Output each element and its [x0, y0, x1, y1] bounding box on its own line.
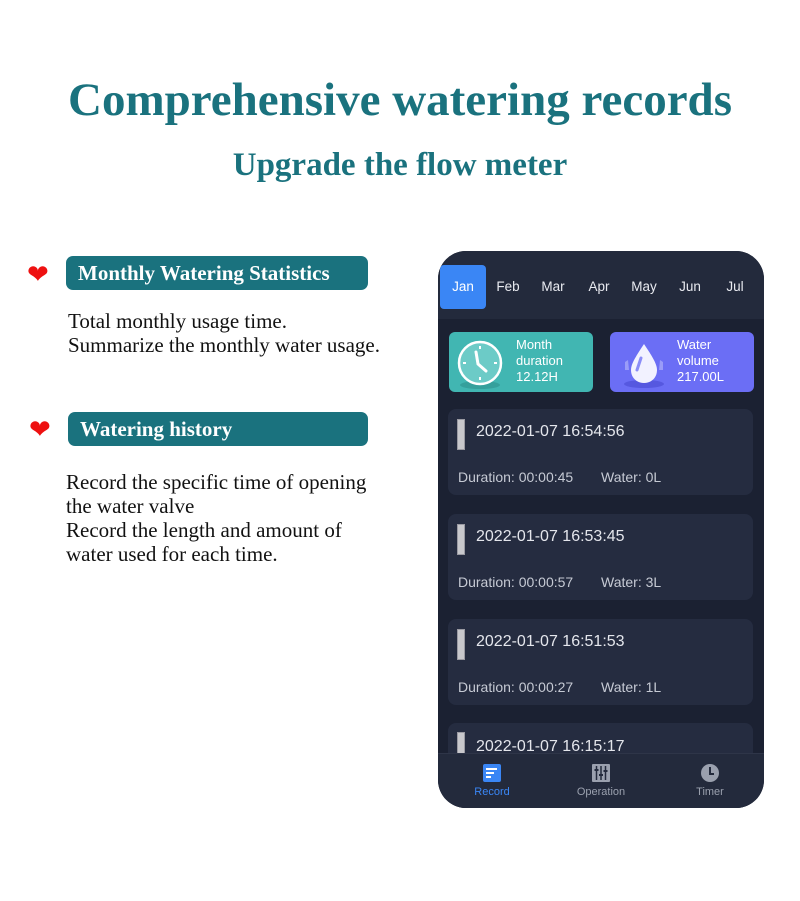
feature-description-monthly: Total monthly usage time. Summarize the … — [68, 309, 380, 357]
feature-heading-history: Watering history — [68, 412, 368, 446]
clock-icon — [457, 340, 503, 389]
stat-label: duration — [516, 353, 563, 368]
tab-label: Timer — [696, 786, 724, 798]
volume-value: 217.00L — [677, 369, 724, 384]
record-marker — [457, 524, 465, 555]
record-timestamp: 2022-01-07 16:51:53 — [476, 633, 625, 650]
month-tab-jun[interactable]: Jun — [667, 265, 713, 309]
record-marker — [457, 419, 465, 450]
description-line: Total monthly usage time. — [68, 309, 287, 333]
tab-record[interactable]: Record — [438, 754, 546, 808]
water-volume-card: Water volume 217.00L — [610, 332, 754, 392]
record-duration: Duration: 00:00:27 — [458, 679, 574, 695]
heart-icon: ❤ — [29, 415, 51, 445]
record-item[interactable]: 2022-01-07 16:51:53 Duration: 00:00:27 W… — [448, 619, 753, 705]
month-tab-jul[interactable]: Jul — [712, 265, 758, 309]
water-drop-icon — [624, 344, 664, 388]
duration-value: 12.12H — [516, 369, 558, 384]
record-duration: Duration: 00:00:57 — [458, 574, 574, 590]
volume-text: Water volume 217.00L — [677, 337, 724, 385]
feature-description-history: Record the specific time of opening the … — [66, 470, 366, 566]
stat-label: volume — [677, 353, 719, 368]
stat-label: Water — [677, 337, 712, 352]
page-title: Comprehensive watering records — [68, 74, 732, 126]
stat-label: Month — [516, 337, 553, 352]
feature-heading-monthly: Monthly Watering Statistics — [66, 256, 368, 290]
tab-label: Operation — [576, 786, 626, 798]
month-duration-card: Month duration 12.12H — [449, 332, 593, 392]
record-water: Water: 3L — [601, 574, 662, 590]
record-water: Water: 1L — [601, 679, 662, 695]
record-item[interactable]: 2022-01-07 16:53:45 Duration: 00:00:57 W… — [448, 514, 753, 600]
month-selector: Jan Feb Mar Apr May Jun Jul — [438, 251, 764, 319]
record-water: Water: 0L — [601, 469, 662, 485]
record-timestamp: 2022-01-07 16:54:56 — [476, 423, 625, 440]
description-line: the water valve — [66, 494, 195, 518]
bottom-tab-bar: Record Operation Timer — [438, 753, 764, 808]
heart-icon: ❤ — [27, 260, 49, 290]
record-marker — [457, 629, 465, 660]
description-line: Record the specific time of opening — [66, 470, 367, 494]
tab-label: Record — [474, 786, 510, 798]
phone-app-screen: Jan Feb Mar Apr May Jun Jul Month durati… — [438, 251, 764, 808]
description-line: Summarize the monthly water usage. — [68, 333, 380, 357]
record-duration: Duration: 00:00:45 — [458, 469, 574, 485]
tab-timer[interactable]: Timer — [656, 754, 764, 808]
tab-operation[interactable]: Operation — [547, 754, 655, 808]
duration-text: Month duration 12.12H — [516, 337, 563, 385]
month-tab-apr[interactable]: Apr — [576, 265, 622, 309]
description-line: Record the length and amount of — [66, 518, 342, 542]
clock-icon — [701, 764, 719, 782]
description-line: water used for each time. — [66, 542, 278, 566]
page-subtitle: Upgrade the flow meter — [232, 147, 568, 183]
sliders-icon — [592, 764, 610, 782]
month-tab-may[interactable]: May — [621, 265, 667, 309]
month-tab-mar[interactable]: Mar — [530, 265, 576, 309]
record-list-icon — [483, 764, 501, 782]
record-item[interactable]: 2022-01-07 16:54:56 Duration: 00:00:45 W… — [448, 409, 753, 495]
month-tab-feb[interactable]: Feb — [485, 265, 531, 309]
record-timestamp: 2022-01-07 16:53:45 — [476, 528, 625, 545]
month-tab-jan[interactable]: Jan — [440, 265, 486, 309]
